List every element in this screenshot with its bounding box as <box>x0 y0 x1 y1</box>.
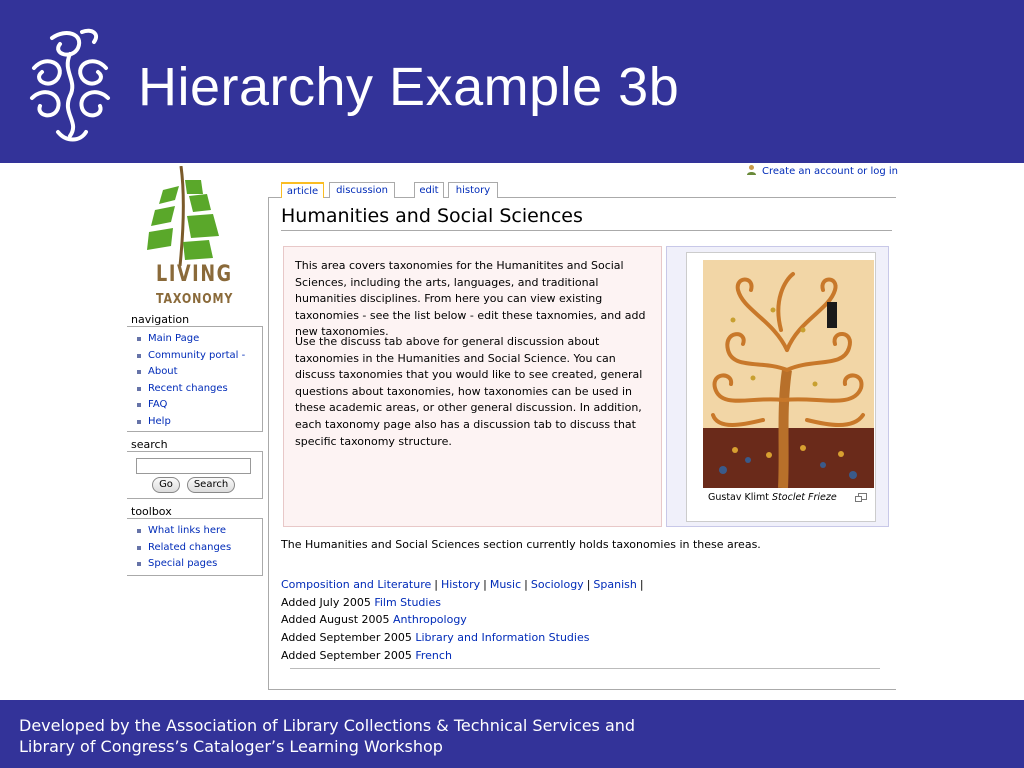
heading-divider <box>281 230 892 231</box>
navigation-title: navigation <box>131 313 190 326</box>
separator: | <box>639 578 644 591</box>
search-title: search <box>131 438 168 451</box>
addition-row: Added September 2005 Library and Informa… <box>281 631 589 644</box>
caption-artist: Gustav Klimt <box>708 492 773 503</box>
logo-wordmark-living: LIVING <box>156 262 233 287</box>
link-film-studies[interactable]: Film Studies <box>374 596 441 609</box>
image-caption: Gustav Klimt Stoclet Frieze <box>708 492 837 503</box>
nav-faq[interactable]: FAQ <box>137 397 258 414</box>
tab-article[interactable]: article <box>281 182 324 198</box>
addition-date: Added September 2005 <box>281 631 416 644</box>
category-links: Composition and Literature | History | Music… <box>281 578 647 591</box>
login-label: Create an account or log in <box>762 166 899 177</box>
toolbox-title: toolbox <box>131 505 172 518</box>
category-composition-literature[interactable]: Composition and Literature <box>281 578 431 591</box>
caption-title: Stoclet Frieze <box>772 492 837 503</box>
addition-row: Added August 2005 Anthropology <box>281 613 467 626</box>
search-button[interactable]: Search <box>187 477 235 493</box>
separator: | <box>586 578 591 591</box>
login-link[interactable]: Create an account or log in <box>746 164 898 177</box>
intro-paragraph-2: Use the discuss tab above for general di… <box>295 335 643 448</box>
tab-edit[interactable]: edit <box>414 182 444 198</box>
separator: | <box>483 578 487 591</box>
footer-credit-line-2: Library of Congress’s Cataloger’s Learni… <box>19 737 443 756</box>
nav-help[interactable]: Help <box>137 414 258 431</box>
toolbox-what-links-here[interactable]: What links here <box>137 523 258 540</box>
tab-discussion[interactable]: discussion <box>329 182 395 198</box>
nav-about[interactable]: About <box>137 364 258 381</box>
link-french[interactable]: French <box>415 649 452 662</box>
nav-main-page[interactable]: Main Page <box>137 331 258 348</box>
separator: | <box>524 578 528 591</box>
category-history[interactable]: History <box>441 578 480 591</box>
toolbox-special-pages[interactable]: Special pages <box>137 556 258 573</box>
summary-text: The Humanities and Social Sciences secti… <box>281 538 761 551</box>
ornament-icon <box>30 28 110 142</box>
slide: Hierarchy Example 3b LIVING TAXONOMY nav… <box>0 0 1024 768</box>
bottom-divider <box>290 668 880 669</box>
toolbox-portlet: What links here Related changes Special … <box>127 518 263 576</box>
link-anthropology[interactable]: Anthropology <box>393 613 467 626</box>
search-input[interactable] <box>136 458 251 474</box>
addition-date: Added August 2005 <box>281 613 394 626</box>
category-spanish[interactable]: Spanish <box>593 578 636 591</box>
toolbox-related-changes[interactable]: Related changes <box>137 540 258 557</box>
intro-paragraph-1: This area covers taxonomies for the Huma… <box>295 259 646 339</box>
tree-of-life-painting[interactable] <box>703 260 874 488</box>
tab-history[interactable]: history <box>448 182 498 198</box>
navigation-portlet: Main Page Community portal - About Recen… <box>127 326 263 432</box>
addition-date: Added July 2005 <box>281 596 375 609</box>
category-sociology[interactable]: Sociology <box>531 578 584 591</box>
page-heading: Humanities and Social Sciences <box>281 205 583 227</box>
link-library-information-studies[interactable]: Library and Information Studies <box>415 631 589 644</box>
separator: | <box>434 578 438 591</box>
nav-recent-changes[interactable]: Recent changes <box>137 381 258 398</box>
addition-row: Added September 2005 French <box>281 649 452 662</box>
user-icon <box>747 165 756 175</box>
slide-title: Hierarchy Example 3b <box>138 57 680 117</box>
nav-community-portal[interactable]: Community portal - <box>137 348 258 365</box>
logo-wordmark-taxonomy: TAXONOMY <box>156 292 234 307</box>
enlarge-icon[interactable] <box>855 493 867 502</box>
footer-credit-line-1: Developed by the Association of Library … <box>19 716 636 735</box>
addition-date: Added September 2005 <box>281 649 416 662</box>
category-music[interactable]: Music <box>490 578 521 591</box>
addition-row: Added July 2005 Film Studies <box>281 596 441 609</box>
go-button[interactable]: Go <box>152 477 180 493</box>
